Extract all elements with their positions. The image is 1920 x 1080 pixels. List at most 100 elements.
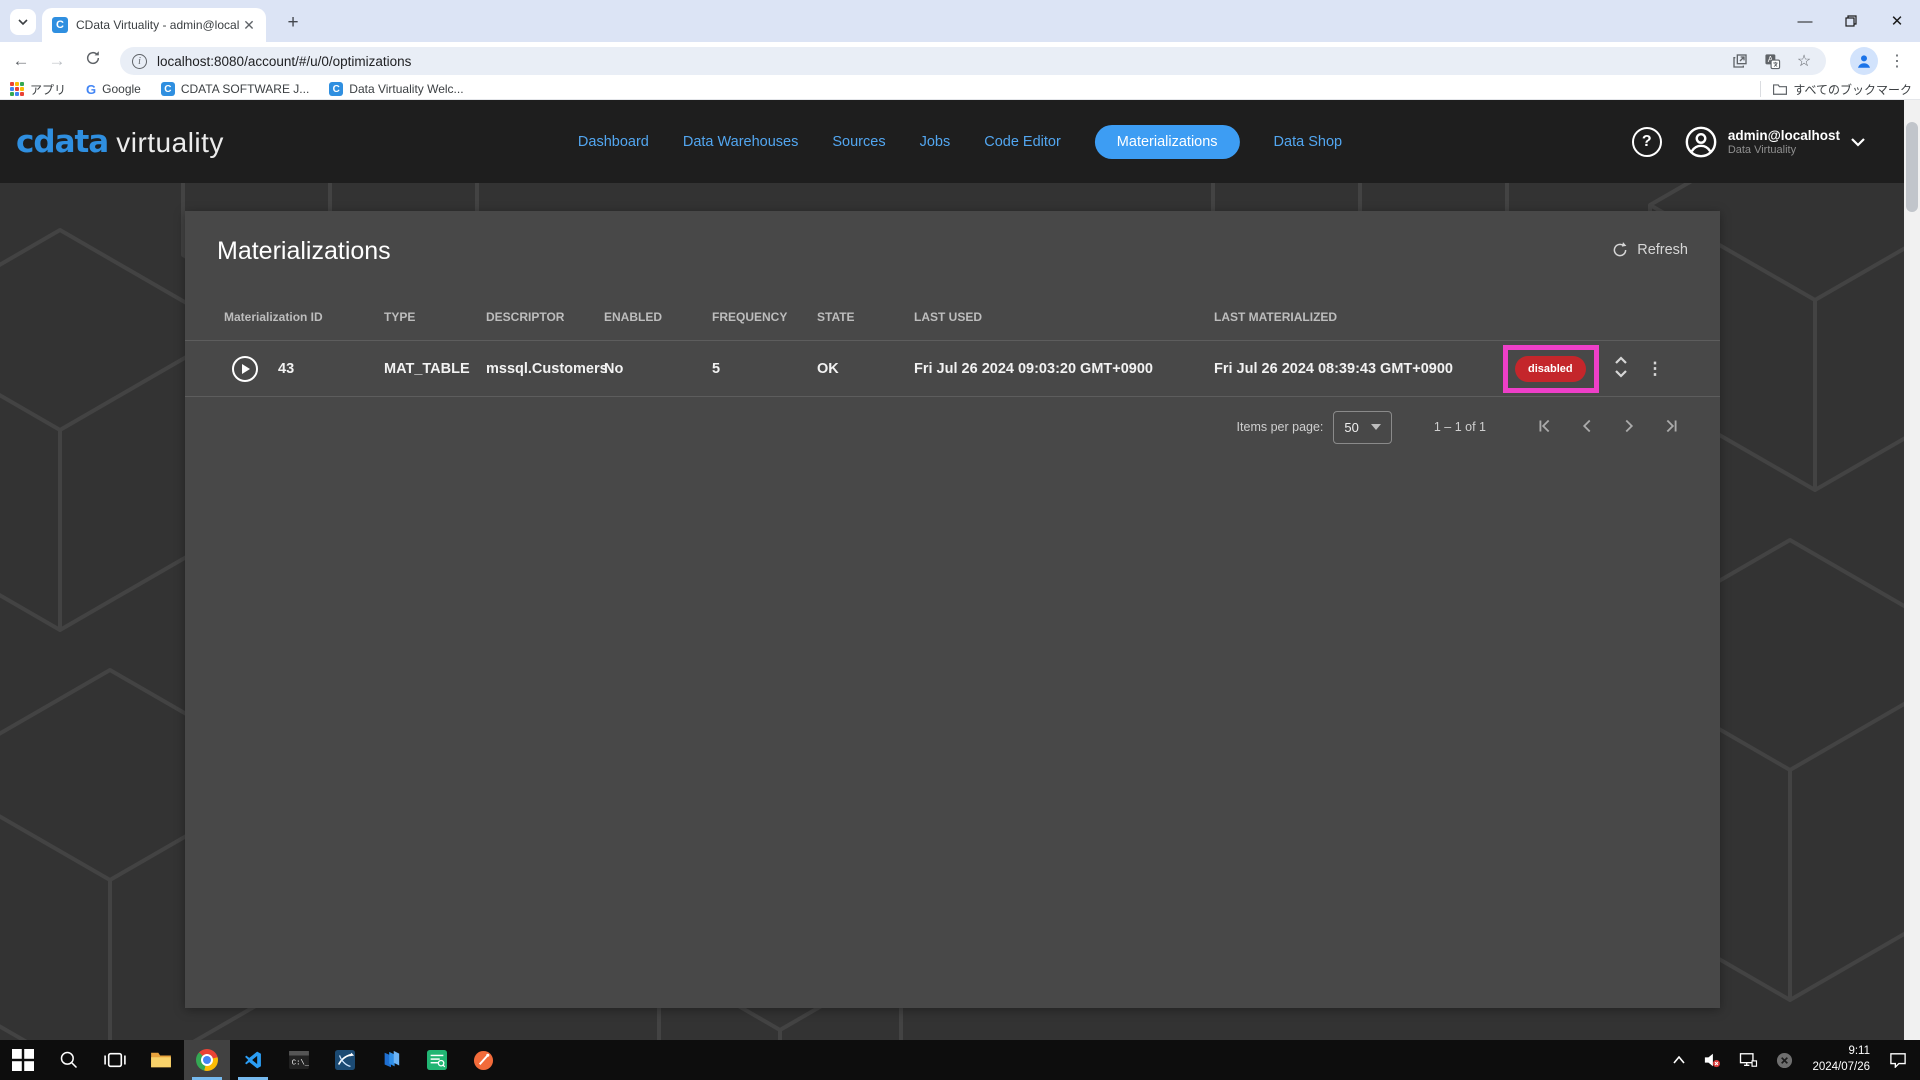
last-page-button[interactable] xyxy=(1658,414,1684,440)
logo-product: virtuality xyxy=(116,127,224,158)
expand-collapse-control[interactable] xyxy=(1609,354,1633,384)
window-close-button[interactable]: ✕ xyxy=(1874,0,1920,42)
terminal-icon: C:\_ xyxy=(289,1051,309,1069)
site-info-icon[interactable]: i xyxy=(132,53,147,69)
bookmark-label: Google xyxy=(102,82,141,96)
page-scrollbar[interactable] xyxy=(1904,100,1920,1040)
log-viewer-icon xyxy=(427,1050,447,1070)
database-tool-button[interactable] xyxy=(322,1040,368,1080)
screen: C CData Virtuality - admin@locall ✕ + — … xyxy=(0,0,1920,1080)
chrome-taskbar-button[interactable] xyxy=(184,1040,230,1080)
tab-search-button[interactable] xyxy=(10,9,36,35)
folder-icon xyxy=(151,1052,171,1068)
nav-data-warehouses[interactable]: Data Warehouses xyxy=(683,125,799,159)
task-view-icon xyxy=(104,1052,126,1068)
taskbar-search-button[interactable] xyxy=(46,1040,92,1080)
vscode-taskbar-button[interactable] xyxy=(230,1040,276,1080)
window-controls: — ✕ xyxy=(1782,0,1920,42)
system-tray: 9:11 2024/07/26 xyxy=(1666,1040,1920,1080)
select-caret-icon xyxy=(1370,424,1381,430)
refresh-button[interactable]: Refresh xyxy=(1611,241,1688,259)
main-nav: Dashboard Data Warehouses Sources Jobs C… xyxy=(578,100,1342,183)
table-row[interactable]: 43 MAT_TABLE mssql.Customers No 5 OK Fri… xyxy=(185,341,1720,397)
file-explorer-button[interactable] xyxy=(138,1040,184,1080)
status-badge[interactable]: disabled xyxy=(1515,355,1586,382)
back-button[interactable]: ← xyxy=(6,46,36,76)
task-view-button[interactable] xyxy=(92,1040,138,1080)
scrollbar-thumb[interactable] xyxy=(1906,122,1918,212)
volume-muted-icon[interactable] xyxy=(1696,1040,1728,1080)
action-center-icon[interactable] xyxy=(1882,1040,1914,1080)
forward-button[interactable]: → xyxy=(42,46,72,76)
chevron-left-icon xyxy=(1582,419,1591,432)
translate-icon[interactable]: A xyxy=(1760,49,1784,73)
items-per-page-select[interactable]: 50 xyxy=(1333,410,1392,444)
browser-profile-avatar[interactable] xyxy=(1850,47,1878,75)
app-logo[interactable]: cdata virtuality xyxy=(16,124,224,160)
clock-time: 9:11 xyxy=(1848,1045,1870,1058)
nav-data-shop[interactable]: Data Shop xyxy=(1274,125,1343,159)
nav-materializations[interactable]: Materializations xyxy=(1094,124,1240,159)
page-title: Materializations xyxy=(217,237,391,265)
bookmark-apps[interactable]: アプリ xyxy=(10,81,66,98)
col-state: STATE xyxy=(817,310,855,324)
page-range-label: 1 – 1 of 1 xyxy=(1433,420,1486,434)
browser-menu-kebab-icon[interactable]: ⋮ xyxy=(1884,47,1910,75)
blue-layers-app-button[interactable] xyxy=(368,1040,414,1080)
network-icon[interactable] xyxy=(1732,1040,1765,1080)
row-menu-kebab-icon[interactable]: ⋮ xyxy=(1643,354,1667,384)
user-texts: admin@localhost Data Virtuality xyxy=(1728,128,1840,156)
taskbar-clock[interactable]: 9:11 2024/07/26 xyxy=(1804,1044,1878,1075)
postman-app-button[interactable] xyxy=(460,1040,506,1080)
col-descriptor: DESCRIPTOR xyxy=(486,310,565,324)
windows-logo-icon xyxy=(12,1049,34,1071)
url-bar[interactable]: i localhost:8080/account/#/u/0/optimizat… xyxy=(120,47,1826,75)
cell-descriptor: mssql.Customers xyxy=(486,360,608,377)
first-page-button[interactable] xyxy=(1532,414,1558,440)
bookmark-data-virtuality[interactable]: C Data Virtuality Welc... xyxy=(329,82,464,96)
window-restore-button[interactable] xyxy=(1828,0,1874,42)
tray-chevron-up-icon[interactable] xyxy=(1666,1040,1692,1080)
bookmark-label: Data Virtuality Welc... xyxy=(349,82,464,96)
cell-enabled: No xyxy=(604,360,624,377)
log-viewer-app-button[interactable] xyxy=(414,1040,460,1080)
pager-controls xyxy=(1532,414,1684,440)
tab-close-icon[interactable]: ✕ xyxy=(240,16,258,34)
start-button[interactable] xyxy=(0,1040,46,1080)
apps-grid-icon xyxy=(10,82,24,96)
help-icon[interactable]: ? xyxy=(1631,126,1662,157)
nav-code-editor[interactable]: Code Editor xyxy=(984,125,1061,159)
col-type: TYPE xyxy=(384,310,416,324)
app-header: cdata virtuality Dashboard Data Warehous… xyxy=(0,100,1920,183)
folder-icon xyxy=(1773,84,1788,95)
previous-page-button[interactable] xyxy=(1574,414,1600,440)
col-last-used: LAST USED xyxy=(914,310,983,324)
materializations-panel: Materializations Refresh Materialization… xyxy=(185,211,1720,1008)
tab-title: CData Virtuality - admin@locall xyxy=(76,18,240,32)
run-materialization-button[interactable] xyxy=(231,355,259,383)
refresh-label: Refresh xyxy=(1637,242,1688,258)
cell-type: MAT_TABLE xyxy=(384,360,470,377)
all-bookmarks-button[interactable]: すべてのブックマーク xyxy=(1760,81,1912,97)
user-menu[interactable]: admin@localhost Data Virtuality xyxy=(1684,125,1866,159)
col-materialization-id: Materialization ID xyxy=(224,310,323,324)
nav-sources[interactable]: Sources xyxy=(832,125,885,159)
nav-dashboard[interactable]: Dashboard xyxy=(578,125,649,159)
new-tab-button[interactable]: + xyxy=(280,10,306,36)
bookmark-google[interactable]: G Google xyxy=(86,82,141,97)
open-in-new-icon[interactable] xyxy=(1728,49,1752,73)
bookmark-star-icon[interactable]: ☆ xyxy=(1792,49,1816,73)
next-page-button[interactable] xyxy=(1616,414,1642,440)
postman-icon xyxy=(473,1050,493,1070)
window-minimize-button[interactable]: — xyxy=(1782,0,1828,42)
chrome-icon xyxy=(196,1049,218,1071)
taskbar: C:\_ 9:11 2024/07/26 xyxy=(0,1040,1920,1080)
col-frequency: FREQUENCY xyxy=(712,310,788,324)
command-prompt-button[interactable]: C:\_ xyxy=(276,1040,322,1080)
nav-jobs[interactable]: Jobs xyxy=(920,125,951,159)
status-x-circle-icon[interactable] xyxy=(1769,1040,1800,1080)
reload-button[interactable] xyxy=(78,46,108,76)
cdata-favicon-icon: C xyxy=(52,17,68,33)
bookmark-cdata-software[interactable]: C CDATA SOFTWARE J... xyxy=(160,82,309,96)
browser-tab[interactable]: C CData Virtuality - admin@locall ✕ xyxy=(42,8,266,42)
